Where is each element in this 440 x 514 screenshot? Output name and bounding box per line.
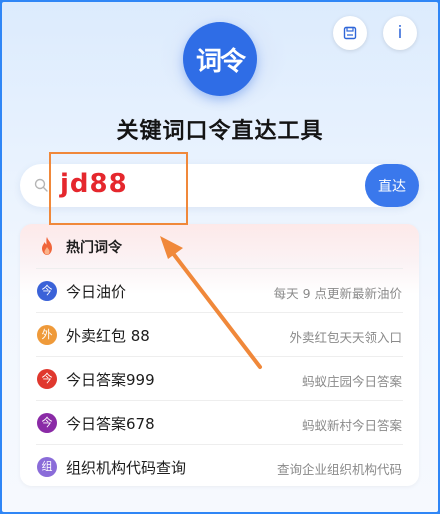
annotation-arrow	[160, 236, 262, 369]
app-frame: 词令 i 关键词口令直达工具 jd88 直达 热门词令 今 今日油价 每天 9 …	[2, 2, 438, 512]
